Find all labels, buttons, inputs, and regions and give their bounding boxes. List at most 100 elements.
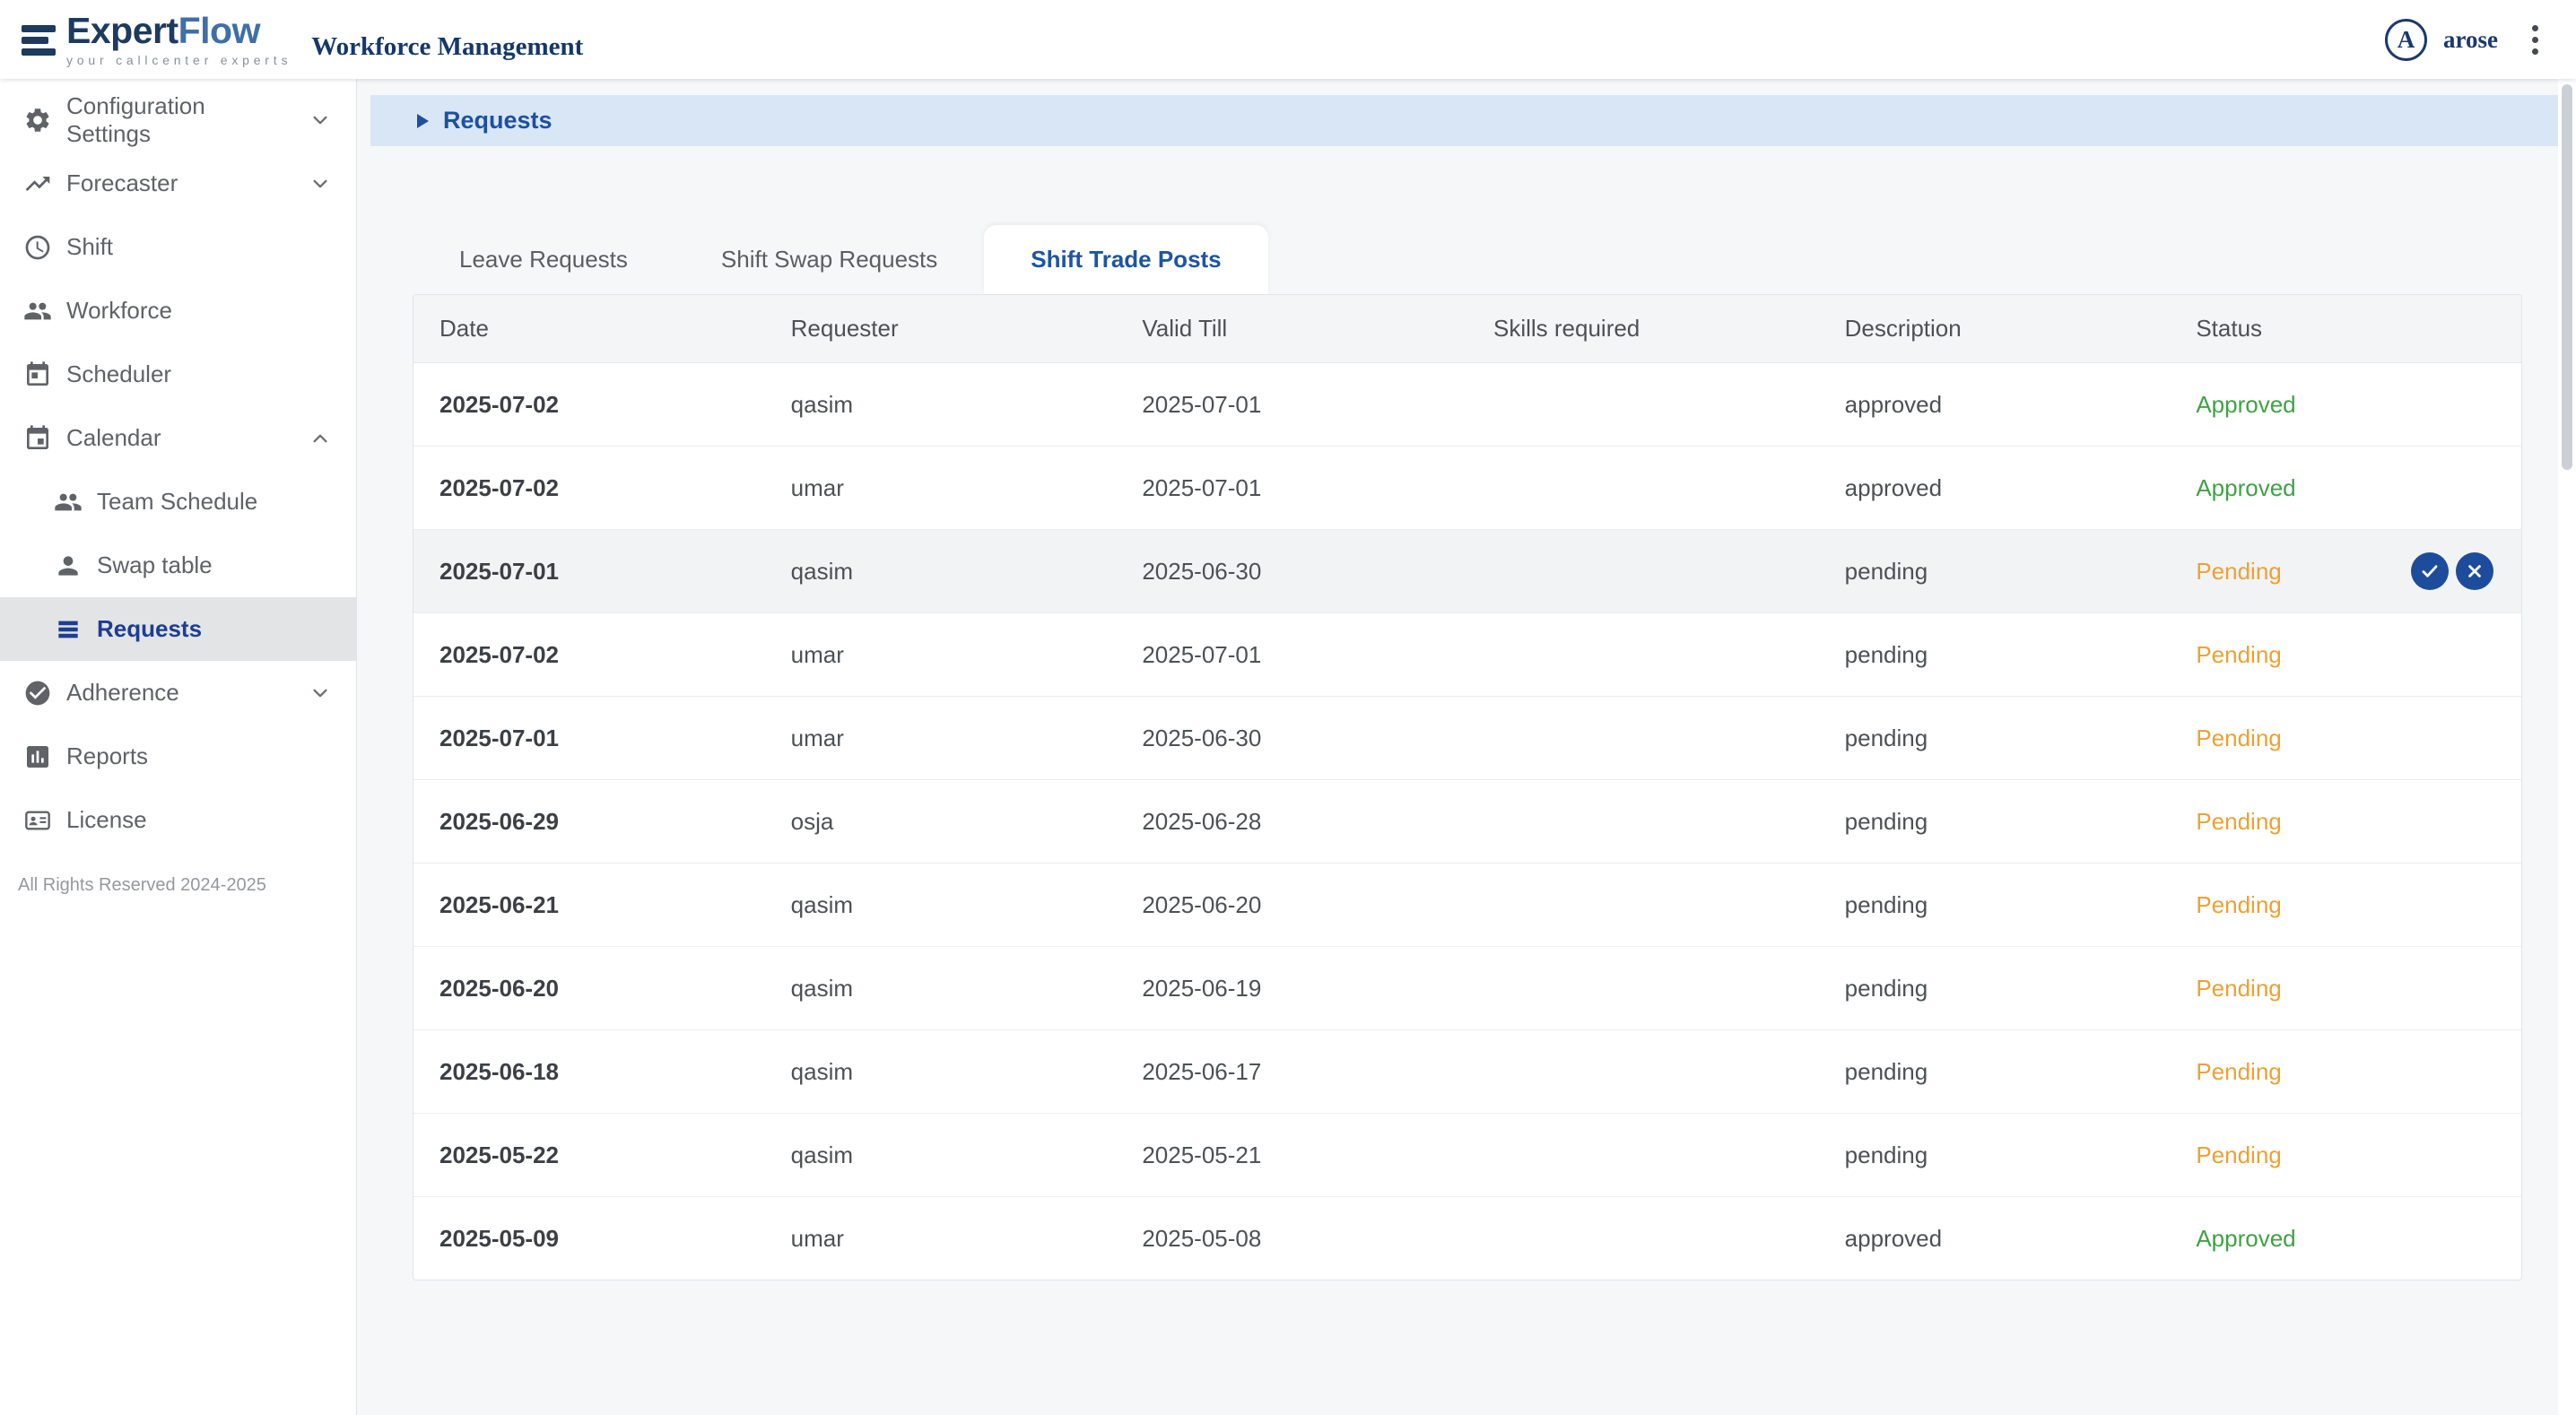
sidebar-item-configuration-settings[interactable]: Configuration Settings <box>0 88 356 152</box>
avatar-letter: A <box>2398 26 2415 54</box>
table-row[interactable]: 2025-07-01umar2025-06-30pendingPending <box>413 697 2521 780</box>
tab-shift-swap-requests[interactable]: Shift Swap Requests <box>674 225 984 294</box>
column-header-status: Status <box>2170 315 2521 343</box>
cell-date: 2025-05-09 <box>413 1225 765 1253</box>
table-row[interactable]: 2025-06-20qasim2025-06-19pendingPending <box>413 947 2521 1030</box>
sidebar-item-adherence[interactable]: Adherence <box>0 661 356 725</box>
cell-status: Pending <box>2170 975 2521 1003</box>
cell-requester: qasim <box>765 1058 1117 1086</box>
clock-icon <box>23 233 52 262</box>
sidebar-item-label: Swap table <box>97 551 213 579</box>
table-row[interactable]: 2025-07-02qasim2025-07-01approvedApprove… <box>413 363 2521 447</box>
status-badge: Pending <box>2196 641 2281 668</box>
table-header-row: DateRequesterValid TillSkills requiredDe… <box>413 295 2521 363</box>
check-icon <box>2418 560 2441 583</box>
scrollbar-thumb[interactable] <box>2562 84 2572 470</box>
cell-requester: umar <box>765 474 1117 502</box>
cell-date: 2025-07-01 <box>413 725 765 752</box>
sidebar-item-label: Scheduler <box>66 360 171 388</box>
cell-status: Pending <box>2170 808 2521 836</box>
cell-valid-till: 2025-07-01 <box>1116 641 1467 669</box>
logo-wordmark: ExpertFlow <box>66 13 292 49</box>
chevron-down-icon[interactable] <box>308 681 333 706</box>
chevron-down-icon[interactable] <box>308 108 333 133</box>
cell-valid-till: 2025-05-08 <box>1116 1225 1467 1253</box>
calendar-event-icon <box>23 424 52 453</box>
sidebar-nav: Configuration Settings Forecaster Shift Wor… <box>0 88 356 852</box>
cell-status: Pending <box>2170 725 2521 752</box>
tab-label: Shift Trade Posts <box>1031 246 1221 273</box>
person-icon <box>54 551 83 580</box>
requests-banner[interactable]: Requests <box>370 95 2558 146</box>
sidebar-item-label: Workforce <box>66 297 172 325</box>
expertflow-logo-icon <box>22 23 56 56</box>
avatar[interactable]: A <box>2385 19 2427 61</box>
cell-requester: umar <box>765 641 1117 669</box>
cell-status: Approved <box>2170 1225 2521 1253</box>
sidebar-item-scheduler[interactable]: Scheduler <box>0 343 356 406</box>
sidebar-item-workforce[interactable]: Workforce <box>0 279 356 343</box>
table-row[interactable]: 2025-05-09umar2025-05-08approvedApproved <box>413 1197 2521 1280</box>
sidebar-item-label: Forecaster <box>66 169 178 197</box>
column-header-date: Date <box>413 315 765 343</box>
cell-date: 2025-07-02 <box>413 391 765 419</box>
cell-description: approved <box>1819 391 2171 419</box>
sidebar-item-reports[interactable]: Reports <box>0 725 356 788</box>
cell-description: pending <box>1819 641 2171 669</box>
table-row[interactable]: 2025-05-22qasim2025-05-21pendingPending <box>413 1114 2521 1197</box>
sidebar-item-team-schedule[interactable]: Team Schedule <box>0 470 356 534</box>
cell-description: approved <box>1819 1225 2171 1253</box>
sidebar-item-forecaster[interactable]: Forecaster <box>0 152 356 215</box>
tab-shift-trade-posts[interactable]: Shift Trade Posts <box>984 225 1267 294</box>
chevron-up-icon[interactable] <box>308 426 333 451</box>
logo-flow-text: Flow <box>178 10 260 51</box>
table-body: 2025-07-02 qasim 2025-07-01 approved Approve… <box>413 363 2521 1280</box>
cell-valid-till: 2025-06-30 <box>1116 558 1467 586</box>
approve-button[interactable] <box>2411 552 2449 590</box>
gear-icon <box>23 106 52 135</box>
cell-valid-till: 2025-06-19 <box>1116 975 1467 1003</box>
sidebar-item-calendar[interactable]: Calendar <box>0 406 356 470</box>
table-row[interactable]: 2025-07-02umar2025-07-01approvedApproved <box>413 447 2521 530</box>
sidebar-item-swap-table[interactable]: Swap table <box>0 534 356 597</box>
cell-valid-till: 2025-06-17 <box>1116 1058 1467 1086</box>
tab-leave-requests[interactable]: Leave Requests <box>413 225 674 294</box>
status-badge: Pending <box>2196 891 2281 918</box>
status-badge: Approved <box>2196 391 2295 418</box>
app-title: Workforce Management <box>311 32 583 62</box>
cell-requester: osja <box>765 808 1117 836</box>
cell-valid-till: 2025-06-20 <box>1116 891 1467 919</box>
top-bar: ExpertFlow your callcenter experts Workf… <box>0 0 2576 79</box>
kebab-menu-icon[interactable] <box>2525 18 2546 62</box>
table-row[interactable]: 2025-07-01qasim2025-06-30pendingPending <box>413 530 2521 613</box>
table-row[interactable]: 2025-06-29osja2025-06-28pendingPending <box>413 780 2521 864</box>
table-row[interactable]: 2025-06-18qasim2025-06-17pendingPending <box>413 1030 2521 1114</box>
list-icon <box>54 615 83 644</box>
status-badge: Approved <box>2196 1225 2295 1252</box>
cell-valid-till: 2025-07-01 <box>1116 391 1467 419</box>
header-right: A arose <box>2385 18 2546 62</box>
sidebar-item-requests[interactable]: Requests <box>0 597 356 661</box>
username: arose <box>2443 26 2498 54</box>
chevron-down-icon[interactable] <box>308 171 333 196</box>
calendar-icon <box>23 360 52 389</box>
cell-requester: qasim <box>765 975 1117 1003</box>
check-circle-icon <box>23 679 52 708</box>
cell-status: Approved <box>2170 474 2521 502</box>
sidebar-item-shift[interactable]: Shift <box>0 215 356 279</box>
tab-label: Shift Swap Requests <box>721 246 937 273</box>
cell-date: 2025-06-18 <box>413 1058 765 1086</box>
reject-button[interactable] <box>2456 552 2493 590</box>
row-actions <box>2411 552 2493 590</box>
sidebar-footer-text: All Rights Reserved 2024-2025 <box>18 875 356 896</box>
column-header-valid-till: Valid Till <box>1116 315 1467 343</box>
cell-date: 2025-07-02 <box>413 641 765 669</box>
trend-icon <box>23 169 52 198</box>
sidebar: Configuration Settings Forecaster Shift Wor… <box>0 79 357 1415</box>
cell-valid-till: 2025-06-28 <box>1116 808 1467 836</box>
cell-date: 2025-05-22 <box>413 1142 765 1169</box>
sidebar-item-license[interactable]: License <box>0 788 356 852</box>
table-row[interactable]: 2025-07-02umar2025-07-01 pending Pending <box>413 613 2521 697</box>
table-row[interactable]: 2025-06-21qasim2025-06-20pendingPending <box>413 864 2521 947</box>
cell-status: Pending <box>2170 641 2521 669</box>
